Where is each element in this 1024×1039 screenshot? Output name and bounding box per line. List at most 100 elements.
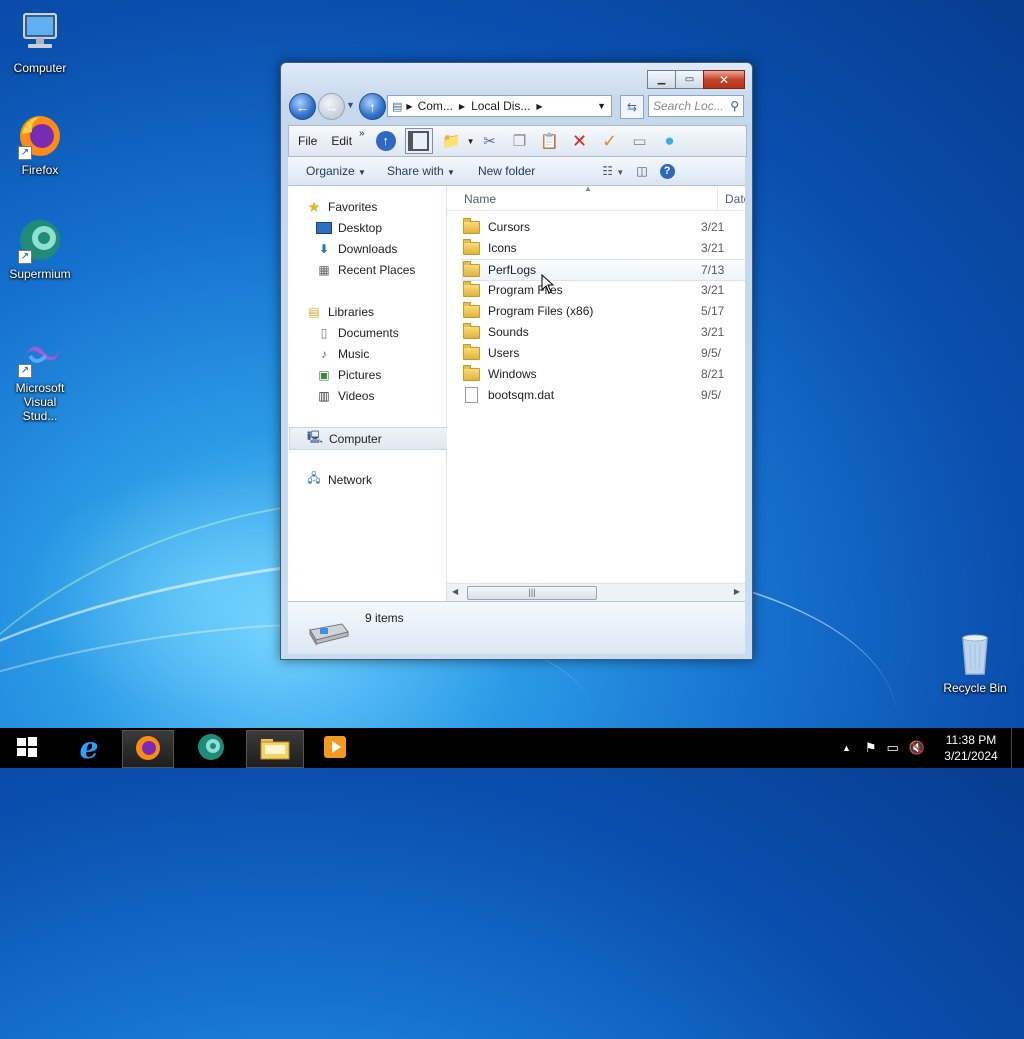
breadcrumb-local-disk[interactable]: Local Dis... — [471, 99, 530, 113]
address-dropdown[interactable]: ▼ — [597, 101, 606, 111]
file-date: 7/13 — [701, 263, 725, 277]
file-date: 3/21 — [701, 241, 725, 255]
file-row[interactable]: Program Files (x86) 5/17 — [463, 301, 745, 321]
new-folder-button[interactable]: New folder — [464, 164, 544, 178]
file-name: Sounds — [488, 325, 529, 339]
column-name[interactable]: Name — [464, 192, 496, 206]
clock[interactable]: 11:38 PM 3/21/2024 — [931, 732, 1011, 764]
scrollbar-thumb[interactable]: ||| — [467, 586, 597, 600]
view-list-icon: ☷ — [602, 164, 614, 178]
chevron-down-icon: ▼ — [597, 101, 606, 111]
file-date: 8/21 — [701, 367, 725, 381]
network-status-icon[interactable]: ▭ — [887, 740, 899, 756]
forward-button[interactable]: → — [318, 93, 345, 120]
taskbar-explorer[interactable] — [246, 730, 304, 768]
desktop-icon-computer[interactable]: Computer — [0, 10, 80, 75]
column-header: Name ▲ Date — [447, 186, 745, 211]
horizontal-scrollbar[interactable]: ◀ ||| ▶ — [447, 583, 745, 601]
preview-pane-icon: ◫ — [636, 164, 648, 178]
change-view-button[interactable]: ☷ ▼ — [598, 164, 628, 178]
computer-icon: 🖳 — [307, 430, 324, 444]
clock-date: 3/21/2024 — [944, 749, 998, 763]
downloads-icon: ⬇ — [318, 241, 330, 256]
nav-label: Pictures — [338, 367, 382, 382]
explorer-window[interactable]: ▁ ▭ ✕ ← → ▼ ↑ ▤ ▶ Com... ▶ Local Dis... … — [280, 62, 753, 660]
desktop-icon-supermium[interactable]: ↗ Supermium — [0, 216, 80, 281]
file-date: 3/21 — [701, 283, 725, 297]
folder-icon — [259, 735, 291, 764]
share-with-button[interactable]: Share with ▼ — [375, 164, 464, 178]
preview-pane-button[interactable]: ◫ — [628, 164, 655, 178]
search-box[interactable]: Search Loc... ⚲ — [648, 95, 744, 117]
refresh-button[interactable]: ⇆ — [620, 95, 644, 119]
nav-libraries[interactable]: ▤ Libraries — [288, 301, 464, 322]
close-button[interactable]: ✕ — [703, 70, 745, 89]
minimize-button[interactable]: ▁ — [647, 70, 676, 89]
mouse-cursor-icon — [541, 273, 555, 297]
taskbar-firefox[interactable] — [122, 730, 174, 768]
file-row[interactable]: Icons 3/21 — [463, 238, 745, 258]
copy-icon[interactable]: ❐ — [509, 130, 531, 152]
properties-check-icon[interactable]: ✓ — [599, 130, 621, 152]
globe-icon[interactable]: ● — [659, 130, 681, 152]
folder-icon — [463, 322, 480, 339]
show-desktop-button[interactable] — [1011, 728, 1024, 768]
desktop-icon-firefox[interactable]: ↗ Firefox — [0, 112, 80, 177]
internet-explorer-icon: e — [79, 730, 99, 766]
menu-edit[interactable]: Edit — [324, 134, 359, 148]
chevron-down-icon[interactable]: ▼ — [467, 137, 475, 146]
breadcrumb-separator-icon: ▶ — [458, 101, 466, 111]
nav-label: Videos — [338, 388, 375, 403]
folders-pane-icon[interactable] — [404, 128, 433, 154]
column-divider[interactable] — [717, 186, 718, 210]
action-center-flag-icon[interactable]: ⚑ — [865, 740, 877, 756]
organize-button[interactable]: Organize ▼ — [288, 164, 375, 178]
breadcrumb-separator-icon: ▶ — [536, 101, 543, 111]
recent-pages-dropdown[interactable]: ▼ — [346, 100, 355, 110]
column-date[interactable]: Date — [725, 192, 745, 206]
volume-muted-icon[interactable]: 🔇 — [909, 740, 925, 756]
nav-favorites[interactable]: ★ Favorites — [288, 196, 464, 217]
file-name: Windows — [488, 367, 537, 381]
menu-file[interactable]: File — [289, 134, 324, 148]
address-bar[interactable]: ▤ ▶ Com... ▶ Local Dis... ▶ ▼ — [387, 95, 612, 117]
file-date: 9/5/ — [701, 346, 722, 360]
nav-network[interactable]: 🖧 Network — [288, 469, 464, 490]
file-list[interactable]: Name ▲ Date Cursors 3/21 Icons 3/21 Perf… — [447, 186, 745, 601]
arrow-right-icon: → — [324, 98, 339, 115]
delete-icon[interactable]: ✕ — [569, 130, 591, 152]
taskbar-media-player[interactable] — [310, 730, 360, 766]
cut-icon[interactable]: ✂ — [479, 130, 501, 152]
toolbar-overflow-chevron[interactable]: » — [359, 128, 365, 139]
nav-label: Libraries — [328, 304, 375, 319]
maximize-button[interactable]: ▭ — [675, 70, 704, 89]
file-row[interactable]: Users 9/5/ — [463, 343, 745, 363]
paste-icon[interactable]: 📋 — [539, 130, 561, 152]
taskbar-internet-explorer[interactable]: e — [64, 730, 114, 766]
start-button[interactable] — [2, 730, 52, 766]
nav-computer[interactable]: 🖳 Computer — [289, 427, 462, 450]
show-hidden-icons-button[interactable]: ▲ — [842, 743, 851, 753]
file-row[interactable]: PerfLogs 7/13 — [462, 259, 745, 281]
up-button[interactable]: ↑ — [359, 93, 386, 120]
scroll-right-icon[interactable]: ▶ — [734, 587, 740, 596]
taskbar-supermium[interactable] — [186, 730, 236, 766]
navigation-bar: ← → ▼ ↑ ▤ ▶ Com... ▶ Local Dis... ▶ ▼ ⇆ … — [289, 93, 746, 121]
file-row[interactable]: Cursors 3/21 — [463, 217, 745, 237]
back-button[interactable]: ← — [289, 93, 316, 120]
rename-icon[interactable]: ▭ — [629, 130, 651, 152]
breadcrumb-computer[interactable]: Com... — [418, 99, 453, 113]
up-folder-icon[interactable]: ↑ — [375, 130, 397, 152]
nav-label: Favorites — [328, 199, 378, 214]
file-row[interactable]: Windows 8/21 — [463, 364, 745, 384]
desktop-icon-recycle-bin[interactable]: Recycle Bin — [935, 630, 1015, 695]
search-input[interactable]: Search Loc... — [649, 99, 730, 113]
file-row[interactable]: Sounds 3/21 — [463, 322, 745, 342]
file-row[interactable]: Program Files 3/21 — [463, 280, 745, 300]
file-row[interactable]: bootsqm.dat 9/5/ — [463, 385, 745, 405]
maximize-icon: ▭ — [684, 74, 695, 85]
scroll-left-icon[interactable]: ◀ — [452, 587, 458, 596]
desktop-icon-visual-studio[interactable]: ↗ Microsoft Visual Stud... — [0, 330, 80, 423]
help-button[interactable]: ? — [656, 163, 679, 179]
folder-options-icon[interactable]: 📁 — [441, 130, 463, 152]
